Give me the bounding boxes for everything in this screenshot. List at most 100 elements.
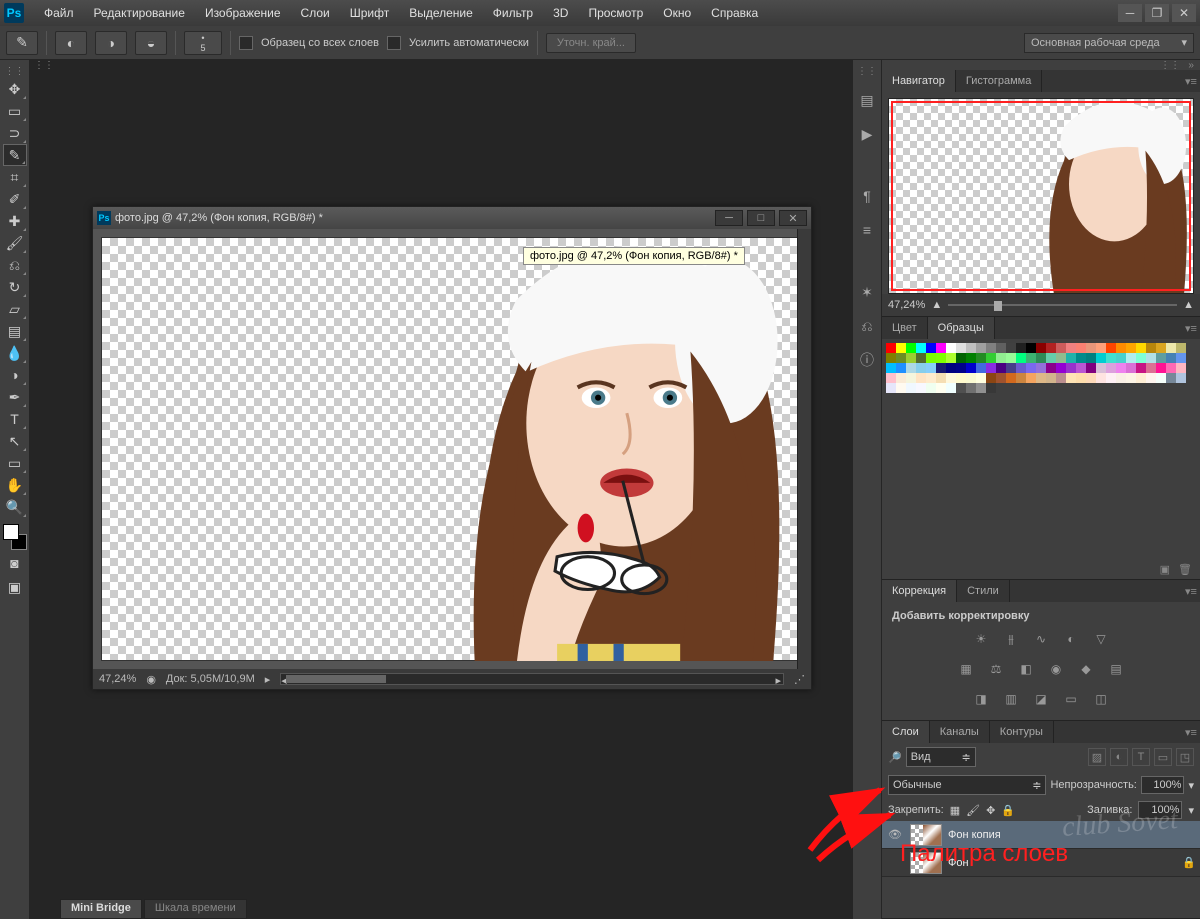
threshold-icon[interactable]: ◪ xyxy=(1030,690,1052,708)
actions-panel-icon[interactable]: ▶ xyxy=(857,124,877,144)
exposure-icon[interactable]: ◐ xyxy=(1060,630,1082,648)
color-swatch[interactable] xyxy=(3,524,27,550)
swatch[interactable] xyxy=(886,363,896,373)
menu-3d[interactable]: 3D xyxy=(543,6,578,20)
swatch[interactable] xyxy=(1016,363,1026,373)
eraser-tool[interactable]: ▱ xyxy=(3,298,27,320)
swatch[interactable] xyxy=(1086,353,1096,363)
add-selection-icon[interactable]: ◑ xyxy=(95,31,127,55)
swatch[interactable] xyxy=(1036,373,1046,383)
swatch[interactable] xyxy=(1086,373,1096,383)
swatch[interactable] xyxy=(906,363,916,373)
swatch[interactable] xyxy=(966,383,976,393)
history-brush-tool[interactable]: ↻ xyxy=(3,276,27,298)
blur-tool[interactable]: 💧 xyxy=(3,342,27,364)
lookup-icon[interactable]: ▤ xyxy=(1105,660,1127,678)
swatch[interactable] xyxy=(1096,363,1106,373)
swatch[interactable] xyxy=(1176,343,1186,353)
tab-navigator[interactable]: Навигатор xyxy=(882,70,956,92)
swatch[interactable] xyxy=(1046,353,1056,363)
menu-окно[interactable]: Окно xyxy=(653,6,701,20)
menu-выделение[interactable]: Выделение xyxy=(399,6,483,20)
opacity-stepper-icon[interactable]: ▾ xyxy=(1188,779,1194,792)
curves-icon[interactable]: ∿ xyxy=(1030,630,1052,648)
swatch[interactable] xyxy=(1136,363,1146,373)
swatch[interactable] xyxy=(946,383,956,393)
menu-редактирование[interactable]: Редактирование xyxy=(84,6,195,20)
swatch[interactable] xyxy=(1006,343,1016,353)
dodge-tool[interactable]: ◑ xyxy=(3,364,27,386)
swatch[interactable] xyxy=(916,363,926,373)
status-arrow-icon[interactable]: ▸ xyxy=(265,673,271,686)
vertical-scrollbar[interactable] xyxy=(797,229,811,669)
document-titlebar[interactable]: Ps фото.jpg @ 47,2% (Фон копия, RGB/8#) … xyxy=(93,207,811,229)
swatch[interactable] xyxy=(956,373,966,383)
menu-просмотр[interactable]: Просмотр xyxy=(578,6,653,20)
swatch[interactable] xyxy=(946,343,956,353)
foreground-color-icon[interactable] xyxy=(3,524,19,540)
menu-изображение[interactable]: Изображение xyxy=(195,6,291,20)
resize-grip-icon[interactable]: ⋰ xyxy=(794,673,805,686)
swatch[interactable] xyxy=(1156,373,1166,383)
swatch[interactable] xyxy=(996,363,1006,373)
doc-close-button[interactable]: ✕ xyxy=(779,210,807,226)
tab-mini-bridge[interactable]: Mini Bridge xyxy=(60,899,142,919)
swatch[interactable] xyxy=(926,353,936,363)
swatch[interactable] xyxy=(966,353,976,363)
swatch[interactable] xyxy=(1096,343,1106,353)
posterize-icon[interactable]: ▥ xyxy=(1000,690,1022,708)
swatch[interactable] xyxy=(1086,363,1096,373)
swatch[interactable] xyxy=(986,343,996,353)
lock-pixels-icon[interactable]: 🖌 xyxy=(966,804,980,817)
swatch[interactable] xyxy=(896,353,906,363)
selective-icon[interactable]: ◫ xyxy=(1090,690,1112,708)
swatch[interactable] xyxy=(1146,353,1156,363)
swatch[interactable] xyxy=(1016,353,1026,363)
swatch[interactable] xyxy=(1126,353,1136,363)
rectangle-tool[interactable]: ▭ xyxy=(3,452,27,474)
zoom-out-icon[interactable]: ▲ xyxy=(931,299,942,311)
swatch[interactable] xyxy=(1036,353,1046,363)
swatch[interactable] xyxy=(906,353,916,363)
swatch[interactable] xyxy=(1046,363,1056,373)
swatch[interactable] xyxy=(1026,343,1036,353)
tab-correction[interactable]: Коррекция xyxy=(882,580,957,602)
swatch[interactable] xyxy=(1136,373,1146,383)
lock-transparency-icon[interactable]: ▦ xyxy=(950,804,960,817)
brush-tool[interactable]: 🖌 xyxy=(3,232,27,254)
swatch[interactable] xyxy=(1126,363,1136,373)
filter-adjust-icon[interactable]: ◐ xyxy=(1110,748,1128,766)
fill-stepper-icon[interactable]: ▾ xyxy=(1188,804,1194,817)
swatch[interactable] xyxy=(1106,373,1116,383)
swatch[interactable] xyxy=(966,343,976,353)
gradient-tool[interactable]: ▤ xyxy=(3,320,27,342)
hand-tool[interactable]: ✋ xyxy=(3,474,27,496)
swatch[interactable] xyxy=(936,343,946,353)
swatch[interactable] xyxy=(1116,363,1126,373)
swatch[interactable] xyxy=(976,363,986,373)
swatch[interactable] xyxy=(916,343,926,353)
swatch[interactable] xyxy=(996,343,1006,353)
menu-файл[interactable]: Файл xyxy=(34,6,84,20)
tab-histogram[interactable]: Гистограмма xyxy=(956,70,1043,92)
tab-layers[interactable]: Слои xyxy=(882,721,930,743)
swatch[interactable] xyxy=(1116,353,1126,363)
swatch[interactable] xyxy=(936,353,946,363)
swatch[interactable] xyxy=(1176,373,1186,383)
swatch[interactable] xyxy=(1126,373,1136,383)
swatch[interactable] xyxy=(986,383,996,393)
swatch[interactable] xyxy=(1056,353,1066,363)
swatch[interactable] xyxy=(1006,353,1016,363)
doc-minimize-button[interactable]: ─ xyxy=(715,210,743,226)
menu-слои[interactable]: Слои xyxy=(291,6,340,20)
swatch[interactable] xyxy=(906,383,916,393)
swatch[interactable] xyxy=(956,353,966,363)
swatch[interactable] xyxy=(916,383,926,393)
swatch[interactable] xyxy=(1066,373,1076,383)
history-panel-icon[interactable]: ▤ xyxy=(857,90,877,110)
swatch[interactable] xyxy=(1136,343,1146,353)
toolbox-grip-icon[interactable]: ⋮⋮ xyxy=(0,66,29,76)
swatch[interactable] xyxy=(1106,363,1116,373)
swatch[interactable] xyxy=(1026,363,1036,373)
menu-справка[interactable]: Справка xyxy=(701,6,768,20)
